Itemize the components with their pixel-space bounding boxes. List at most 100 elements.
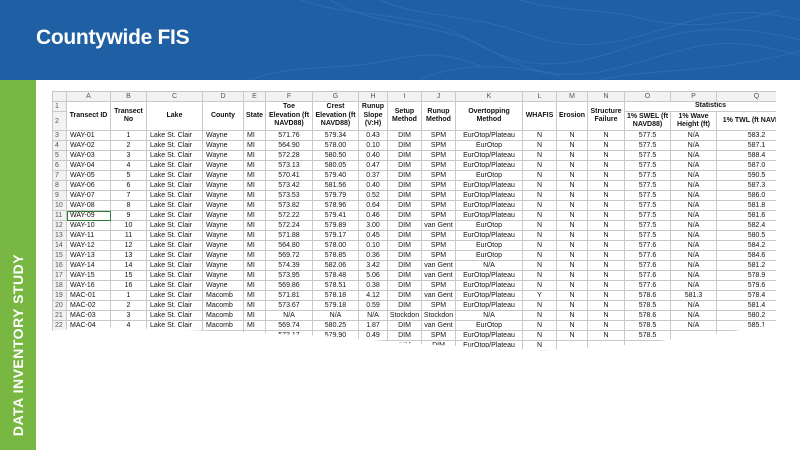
column-letter[interactable]: D <box>202 91 244 102</box>
table-cell[interactable]: DIM <box>387 130 422 141</box>
table-cell[interactable]: Lake St. Clair <box>146 180 203 191</box>
row-number[interactable]: 23 <box>52 330 67 341</box>
table-cell[interactable]: Y <box>522 290 557 301</box>
table-cell[interactable]: 578.6 <box>624 290 671 301</box>
table-cell[interactable]: MI <box>243 130 266 141</box>
table-cell[interactable]: Wayne <box>202 270 244 281</box>
table-cell[interactable] <box>556 350 588 351</box>
column-letter[interactable]: N <box>587 91 625 102</box>
table-cell[interactable]: N <box>556 240 588 251</box>
table-cell[interactable]: 8 <box>110 200 147 211</box>
table-cell[interactable]: EurOtop/Plateau <box>456 361 523 371</box>
table-cell[interactable]: 582.06 <box>312 260 359 271</box>
header-cell[interactable]: Transect No <box>110 101 147 131</box>
table-cell[interactable]: N/A <box>358 310 388 321</box>
table-cell[interactable]: 577.5 <box>624 210 671 221</box>
table-cell[interactable]: SPM <box>421 300 456 311</box>
table-cell[interactable]: WAY-14 <box>66 260 111 271</box>
table-cell[interactable]: Wayne <box>202 190 244 201</box>
table-cell[interactable]: WAY-08 <box>66 200 111 211</box>
table-cell[interactable]: DIM <box>387 330 422 341</box>
table-cell[interactable]: 15 <box>110 270 147 281</box>
table-cell[interactable]: WAY-02 <box>66 140 111 151</box>
table-cell[interactable]: 580.2 <box>716 310 776 321</box>
table-cell[interactable]: N <box>587 290 625 301</box>
table-cell[interactable]: N <box>522 260 557 271</box>
table-cell[interactable]: 0.38 <box>358 280 388 291</box>
table-cell[interactable]: N <box>522 170 557 181</box>
table-cell[interactable] <box>717 361 777 371</box>
table-cell[interactable]: MAC-06 <box>66 340 111 351</box>
table-cell[interactable]: 573.13 <box>265 160 313 171</box>
table-cell[interactable]: MAC-01 <box>66 290 111 301</box>
table-cell[interactable]: SPM <box>421 130 456 141</box>
table-cell[interactable]: Lake St. Clair <box>146 170 203 181</box>
table-cell[interactable]: N/A <box>455 260 523 271</box>
table-cell[interactable]: 0.52 <box>358 190 388 201</box>
table-cell[interactable]: MI <box>243 170 266 181</box>
table-cell[interactable]: 0.40 <box>358 180 388 191</box>
table-cell[interactable]: DIM <box>387 300 422 311</box>
table-cell[interactable]: 10 <box>110 220 147 231</box>
table-cell[interactable]: N/A <box>670 250 717 261</box>
table-cell[interactable]: 581.8 <box>716 200 776 211</box>
table-cell[interactable]: 6 <box>110 340 147 351</box>
table-cell[interactable]: Lake St. Clair <box>146 310 203 321</box>
table-cell[interactable]: 3 <box>110 310 147 321</box>
table-cell[interactable]: N <box>587 250 625 261</box>
row-number[interactable]: 4 <box>52 140 67 151</box>
table-cell[interactable]: DIM <box>387 340 422 351</box>
table-cell[interactable]: N <box>522 230 557 241</box>
table-cell[interactable]: N <box>556 310 588 321</box>
table-cell[interactable]: SPM <box>421 230 456 241</box>
table-cell[interactable]: van Gent <box>421 260 456 271</box>
row-number[interactable]: 25 <box>52 350 67 351</box>
row-number[interactable]: 24 <box>52 340 67 351</box>
table-cell[interactable]: Lake St. Clair <box>146 330 203 341</box>
table-cell[interactable]: Lake St. Clair <box>146 130 203 141</box>
column-letter[interactable]: Q <box>716 91 776 102</box>
table-cell[interactable]: DIM <box>387 270 422 281</box>
table-cell[interactable]: N <box>522 330 557 341</box>
table-cell[interactable]: 3.13 <box>358 340 388 351</box>
table-cell[interactable]: N <box>556 190 588 201</box>
table-cell[interactable]: SPM <box>421 330 456 341</box>
table-cell[interactable]: SPM <box>421 160 456 171</box>
table-cell[interactable]: 6 <box>110 180 147 191</box>
table-cell[interactable]: Lake St. Clair <box>146 190 203 201</box>
table-cell[interactable]: DIM <box>387 190 422 201</box>
table-cell[interactable]: EurOtop/Plateau <box>455 290 523 301</box>
table-cell[interactable]: 0.36 <box>358 250 388 261</box>
table-cell[interactable]: 571.81 <box>265 290 313 301</box>
table-cell[interactable]: 580.50 <box>312 150 359 161</box>
table-cell[interactable]: N/A <box>670 180 717 191</box>
table-cell[interactable]: N <box>522 180 557 191</box>
table-cell[interactable] <box>671 361 717 371</box>
table-cell[interactable]: 2 <box>110 140 147 151</box>
table-cell[interactable] <box>670 350 717 351</box>
table-cell[interactable]: SPM <box>421 150 456 161</box>
table-cell[interactable]: WAY-16 <box>66 280 111 291</box>
header-cell[interactable]: 1% SWEL (ft NAVD88) <box>624 111 671 131</box>
table-cell[interactable]: 0.40 <box>358 150 388 161</box>
table-cell[interactable]: 11 <box>110 230 147 241</box>
table-cell[interactable]: 577.5 <box>624 230 671 241</box>
table-cell[interactable]: 572.24 <box>265 220 313 231</box>
table-cell[interactable]: 578.5 <box>624 330 671 341</box>
row-number[interactable]: 5 <box>52 150 67 161</box>
table-cell[interactable] <box>111 361 147 371</box>
table-cell[interactable]: 587.3 <box>716 180 776 191</box>
table-cell[interactable]: EurOtop/Plateau <box>455 340 523 351</box>
table-cell[interactable]: N <box>522 140 557 151</box>
table-cell[interactable]: 572.22 <box>265 210 313 221</box>
table-cell[interactable]: Lake St. Clair <box>146 200 203 211</box>
table-cell[interactable]: DIM <box>387 180 422 191</box>
table-cell[interactable]: N <box>587 200 625 211</box>
table-cell[interactable]: 577.5 <box>624 200 671 211</box>
table-cell[interactable] <box>716 350 776 351</box>
table-cell[interactable]: N <box>587 220 625 231</box>
table-cell[interactable] <box>110 350 147 351</box>
table-cell[interactable]: N <box>522 240 557 251</box>
table-cell[interactable]: MAC-02 <box>66 300 111 311</box>
table-cell[interactable]: 573.17 <box>265 330 313 341</box>
